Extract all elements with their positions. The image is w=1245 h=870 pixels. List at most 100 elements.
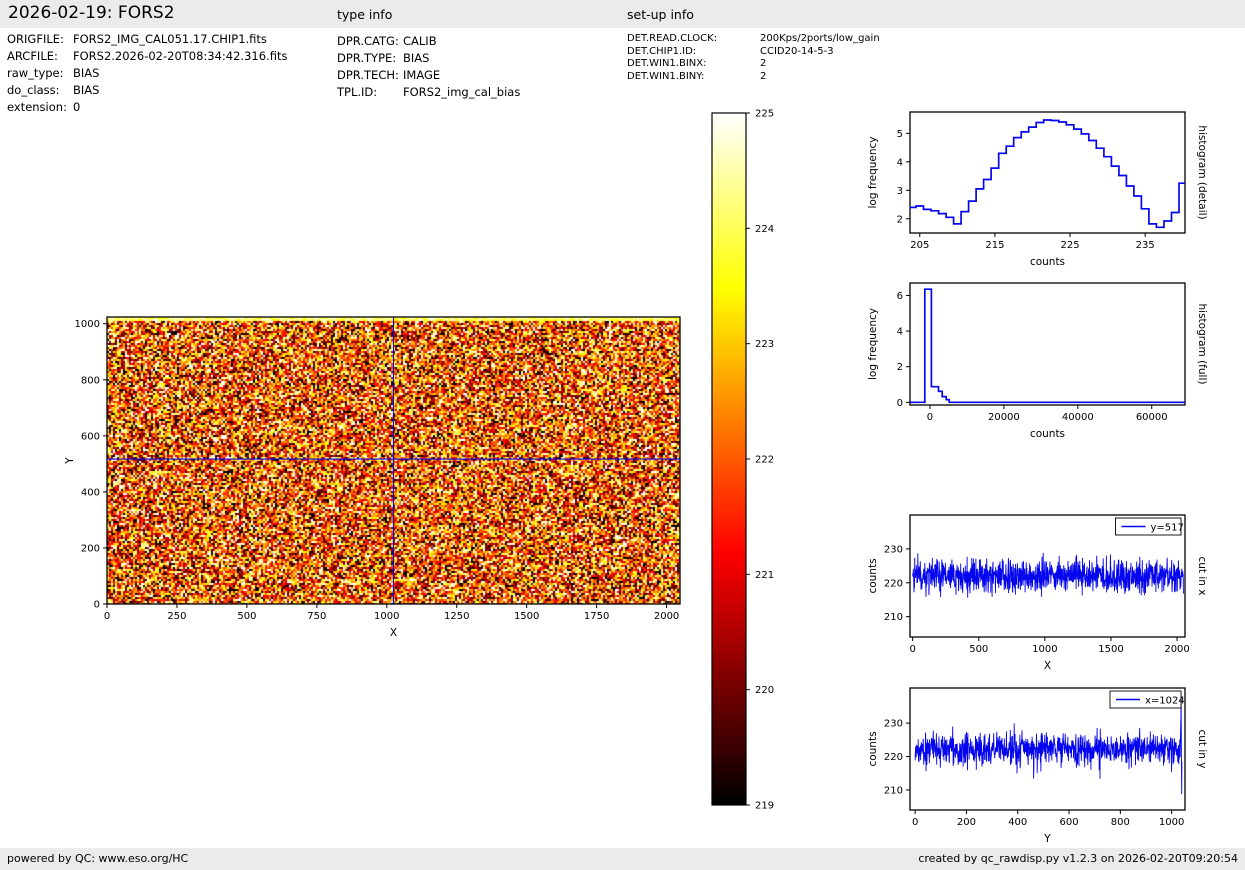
info-value: BIAS — [73, 83, 100, 97]
x-tick-label: 1750 — [584, 611, 609, 622]
x-tick-label: 800 — [1111, 817, 1130, 828]
y-tick-label: 220 — [884, 752, 903, 763]
info-label: DET.CHIP1.ID: — [627, 45, 697, 57]
info-label: extension: — [7, 100, 67, 114]
info-row: DPR.TECH: IMAGE — [337, 67, 520, 84]
info-label: DPR.TYPE: — [337, 51, 397, 65]
y-tick-label: 230 — [884, 544, 903, 555]
y-tick-label: 3 — [897, 186, 903, 197]
info-label: TPL.ID: — [337, 85, 378, 99]
right-axis-label: cut in x — [1196, 556, 1208, 595]
page-title: 2026-02-19: FORS2 — [8, 3, 175, 23]
y-tick-label: 0 — [897, 398, 903, 409]
x-tick-label: 215 — [985, 240, 1004, 251]
info-value: CCID20-14-5-3 — [760, 45, 834, 57]
histogram-full-plot: 0 20000 40000 60000 0 2 4 6 counts log frequency h… — [867, 282, 1208, 440]
x-axis-label: Y — [1043, 833, 1051, 845]
x-tick-label: 400 — [1008, 817, 1027, 828]
cut_in_x-signal — [912, 552, 1184, 598]
info-value: CALIB — [403, 34, 437, 48]
y-tick-label: 4 — [897, 157, 903, 168]
x-tick-label: 235 — [1136, 240, 1155, 251]
info-label: DET.WIN1.BINY: — [627, 70, 705, 82]
cut-in-y-plot: 0 200 400 600 800 1000 210 220 230 Ycounts cut in … — [867, 687, 1208, 845]
x-tick-label: 0 — [909, 644, 915, 655]
y-tick-label: 800 — [81, 375, 100, 386]
x-tick-label: 200 — [957, 817, 976, 828]
x-tick-label: 225 — [1060, 240, 1079, 251]
y-tick-label: 220 — [884, 578, 903, 589]
type-info-heading: type info — [337, 7, 393, 22]
y-axis-label: log frequency — [867, 308, 879, 380]
x-tick-label: 750 — [307, 611, 326, 622]
x-axis-label: X — [1044, 660, 1051, 672]
info-row: ARCFILE: FORS2.2026-02-20T08:34:42.316.fi… — [7, 48, 287, 65]
x-tick-label: 500 — [237, 611, 256, 622]
header-bar: 2026-02-19: FORS2 type info set-up info — [0, 0, 1245, 28]
y-tick-label: 0 — [94, 600, 100, 611]
colorbar-tick-label: 224 — [755, 224, 774, 235]
histogram-full-curve — [910, 288, 1185, 404]
y-tick-label: 600 — [81, 431, 100, 442]
x-axis-label: X — [390, 627, 397, 639]
info-row: ORIGFILE: FORS2_IMG_CAL051.17.CHIP1.fits — [7, 31, 287, 48]
legend-label: x=1024 — [1145, 696, 1185, 707]
info-value: 2 — [760, 70, 767, 82]
colorbar-tick-label: 221 — [755, 570, 774, 581]
y-tick-label: 210 — [884, 612, 903, 623]
x-tick-label: 20000 — [988, 412, 1020, 423]
x-tick-label: 1000 — [374, 611, 399, 622]
y-tick-label: 230 — [884, 719, 903, 730]
y-tick-label: 5 — [897, 129, 903, 140]
histogram-detail-plot: 205 215 225 235 2 3 4 5 counts log frequency histo… — [867, 111, 1208, 268]
y-tick-label: 400 — [81, 487, 100, 498]
cut_in_y-signal — [914, 694, 1183, 795]
info-value: 200Kps/2ports/low_gain — [760, 33, 880, 44]
y-tick-label: 2 — [897, 214, 903, 225]
info-value: FORS2_img_cal_bias — [403, 85, 521, 99]
info-value: 0 — [73, 100, 81, 114]
footer-powered-by: powered by QC: www.eso.org/HC — [7, 852, 189, 865]
info-value: FORS2.2026-02-20T08:34:42.316.fits — [73, 49, 288, 63]
x-tick-label: 0 — [912, 817, 918, 828]
info-label: DET.WIN1.BINX: — [627, 58, 707, 69]
info-row: DPR.CATG: CALIB — [337, 33, 520, 50]
x-tick-label: 250 — [167, 611, 186, 622]
legend: y=517 — [1115, 517, 1184, 536]
info-value: BIAS — [403, 51, 430, 65]
info-row: DET.READ.CLOCK: 200Kps/2ports/low_gain — [627, 33, 880, 46]
qc-report-page: { "header": { "title": "2026-02-19: FORS… — [0, 0, 1245, 870]
setup-info-heading: set-up info — [627, 7, 694, 22]
info-label: DPR.TECH: — [337, 68, 399, 82]
y-axis-label: counts — [867, 731, 879, 766]
info-label: DET.READ.CLOCK: — [627, 33, 718, 44]
x-tick-label: 0 — [104, 611, 110, 622]
x-tick-label: 40000 — [1062, 412, 1094, 423]
x-axis-label: counts — [1030, 428, 1065, 440]
info-label: raw_type: — [7, 66, 64, 80]
x-tick-label: 2000 — [654, 611, 679, 622]
info-value: 2 — [760, 58, 767, 69]
info-row: extension: 0 — [7, 99, 287, 116]
colorbar-tick-label: 223 — [755, 339, 774, 350]
legend-label: y=517 — [1151, 523, 1184, 534]
y-axis-label: counts — [867, 558, 879, 593]
file-info-block: ORIGFILE: FORS2_IMG_CAL051.17.CHIP1.fits A… — [7, 31, 287, 116]
main-image-plot: 0 250 500 750 1000 1250 1500 1750 2000 0 200 400 600… — [64, 316, 681, 639]
info-row: raw_type: BIAS — [7, 65, 287, 82]
y-tick-label: 200 — [81, 543, 100, 554]
right-axis-label: histogram (detail) — [1196, 125, 1208, 219]
x-tick-label: 500 — [969, 644, 988, 655]
colorbar-tick-label: 219 — [755, 801, 774, 812]
type-info-block: DPR.CATG: CALIB DPR.TYPE: BIAS DPR.TECH: IMAG… — [337, 33, 520, 101]
y-tick-label: 2 — [897, 362, 903, 373]
histogram-detail-curve — [910, 119, 1185, 229]
info-label: ARCFILE: — [7, 49, 58, 63]
x-tick-label: 1000 — [1032, 644, 1057, 655]
info-row: DET.WIN1.BINY: 2 — [627, 71, 880, 84]
x-tick-label: 2000 — [1164, 644, 1189, 655]
info-label: ORIGFILE: — [7, 32, 64, 46]
y-axis-label: Y — [64, 457, 76, 465]
info-row: DET.WIN1.BINX: 2 — [627, 58, 880, 71]
colorbar: 219 220 221 222 223 224 225 — [711, 109, 774, 812]
